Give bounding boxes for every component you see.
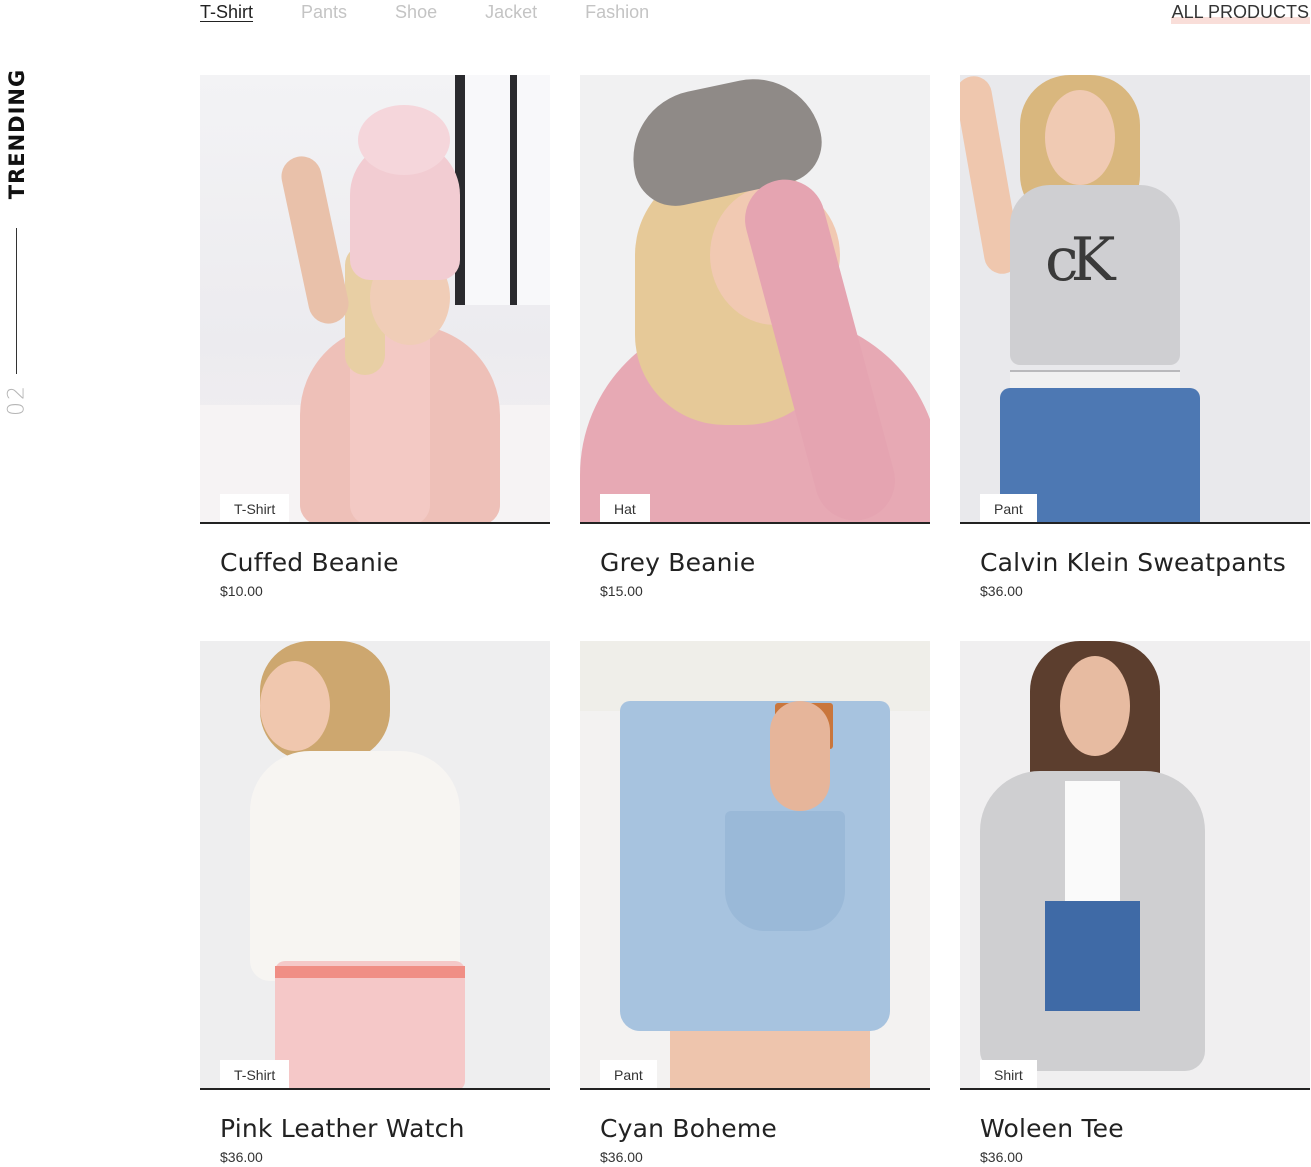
section-title: TRENDING [5, 68, 29, 200]
product-price: $36.00 [980, 583, 1023, 599]
section-rail: TRENDING 02 [0, 0, 40, 440]
product-image[interactable]: T-Shirt [200, 641, 550, 1090]
brand-logo-print: cK [1045, 225, 1115, 295]
product-price: $36.00 [600, 1149, 643, 1165]
rail-divider [16, 228, 17, 374]
product-name[interactable]: Cyan Boheme [600, 1114, 930, 1144]
filter-shoe[interactable]: Shoe [395, 0, 437, 26]
filter-fashion[interactable]: Fashion [585, 0, 649, 26]
section-number: 02 [4, 384, 30, 416]
product-category-tag: Hat [600, 494, 650, 522]
product-image[interactable]: Pant [580, 641, 930, 1090]
product-name[interactable]: Woleen Tee [980, 1114, 1310, 1144]
product-card[interactable]: Hat Grey Beanie $15.00 [580, 75, 930, 599]
product-card[interactable]: cK Pant Calvin Klein Sweatpants $36.00 [960, 75, 1310, 599]
product-image[interactable]: Hat [580, 75, 930, 524]
product-category-tag: Shirt [980, 1060, 1037, 1088]
product-card[interactable]: Pant Cyan Boheme $36.00 [580, 641, 930, 1165]
filter-jacket[interactable]: Jacket [485, 0, 537, 26]
product-card[interactable]: Shirt Woleen Tee $36.00 [960, 641, 1310, 1165]
product-category-tag: Pant [600, 1060, 657, 1088]
product-name[interactable]: Grey Beanie [600, 548, 930, 578]
filter-tshirt[interactable]: T-Shirt [200, 0, 253, 26]
product-image[interactable]: Shirt [960, 641, 1310, 1090]
product-image[interactable]: T-Shirt [200, 75, 550, 524]
product-price: $15.00 [600, 583, 643, 599]
product-card[interactable]: T-Shirt Pink Leather Watch $36.00 [200, 641, 550, 1165]
product-category-tag: T-Shirt [220, 494, 290, 522]
product-price: $36.00 [980, 1149, 1023, 1165]
filter-pants[interactable]: Pants [301, 0, 347, 26]
product-category-tag: Pant [980, 494, 1037, 522]
all-products-link[interactable]: ALL PRODUCTS [1170, 0, 1310, 24]
product-name[interactable]: Calvin Klein Sweatpants [980, 548, 1310, 578]
product-category-tag: T-Shirt [220, 1060, 290, 1088]
product-name[interactable]: Pink Leather Watch [220, 1114, 550, 1144]
category-filter-nav: T-Shirt Pants Shoe Jacket Fashion [200, 0, 697, 26]
product-card[interactable]: T-Shirt Cuffed Beanie $10.00 [200, 75, 550, 599]
product-image[interactable]: cK Pant [960, 75, 1310, 524]
product-price: $36.00 [220, 1149, 263, 1165]
product-price: $10.00 [220, 583, 263, 599]
product-name[interactable]: Cuffed Beanie [220, 548, 550, 578]
